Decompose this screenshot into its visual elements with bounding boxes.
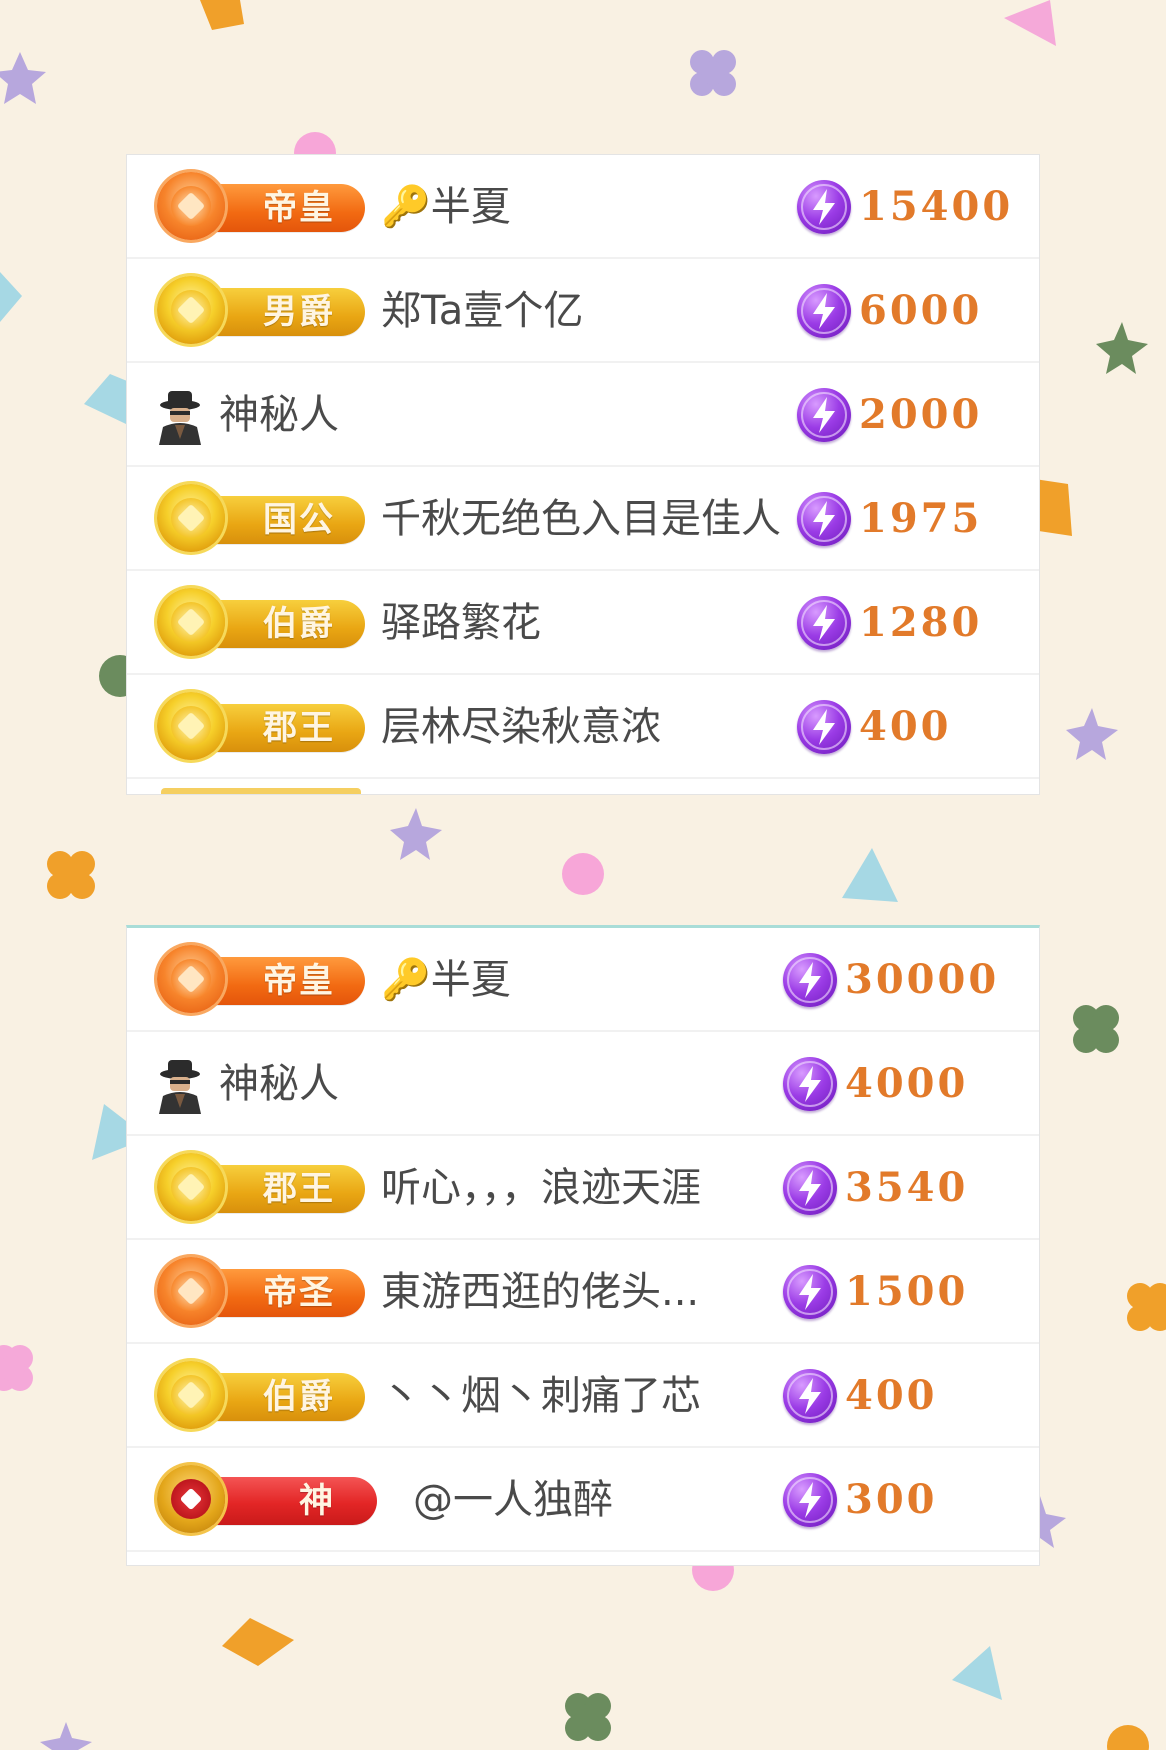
- leaderboard-row[interactable]: 男爵 郑Ta壹个亿 6000: [127, 259, 1039, 363]
- leaderboard-row[interactable]: 郡王 听心，，，浪迹天涯 3540: [127, 1136, 1039, 1240]
- score-value: 6000: [859, 287, 983, 334]
- rank-badge-label: 伯爵: [263, 604, 335, 644]
- next-row-peek: [161, 788, 361, 794]
- score-value: 400: [845, 1372, 938, 1419]
- emblem-icon: [157, 172, 225, 240]
- rank-badge-label: 郡王: [263, 1169, 335, 1209]
- score-value: 400: [859, 703, 952, 750]
- emblem-icon: [157, 692, 225, 760]
- rank-badge: 男爵: [157, 276, 365, 344]
- rank-badge-label: 神: [299, 1481, 335, 1521]
- rank-badge: 伯爵: [157, 588, 365, 656]
- lightning-bolt-icon: [783, 1473, 837, 1527]
- rank-badge-label: 帝圣: [263, 1273, 335, 1313]
- username[interactable]: 🔑半夏: [381, 928, 921, 1032]
- score-value: 3540: [845, 1164, 969, 1211]
- emblem-icon: [157, 945, 225, 1013]
- username[interactable]: @一人独醉: [413, 1448, 613, 1552]
- lightning-bolt-icon: [797, 596, 851, 650]
- score-value: 30000: [845, 956, 1000, 1003]
- username[interactable]: 听心，，，浪迹天涯: [381, 1136, 921, 1240]
- leaderboard-row[interactable]: 神秘人 4000: [127, 1032, 1039, 1136]
- rank-badge-label: 男爵: [263, 292, 335, 332]
- score-value: 300: [845, 1476, 938, 1523]
- leaderboard-row[interactable]: 帝皇 🔑半夏 15400: [127, 155, 1039, 259]
- rank-badge: 帝圣: [157, 1257, 365, 1325]
- leaderboard-panel-bottom: 帝皇 🔑半夏 30000 神秘人 4000 郡王 听心，，，浪迹天涯 3540 帝圣 東游西逛的佬…: [126, 925, 1040, 1566]
- score-value: 1500: [845, 1268, 969, 1315]
- rank-badge-label: 伯爵: [263, 1377, 335, 1417]
- score-value: 2000: [859, 391, 983, 438]
- lightning-bolt-icon: [783, 1057, 837, 1111]
- emblem-icon: [157, 1153, 225, 1221]
- lightning-bolt-icon: [783, 953, 837, 1007]
- rank-badge: 伯爵: [157, 1361, 365, 1429]
- lightning-bolt-icon: [797, 700, 851, 754]
- score-value: 15400: [859, 183, 1014, 230]
- emblem-icon: [157, 1257, 225, 1325]
- rank-badge: 帝皇: [157, 172, 365, 240]
- username[interactable]: 神秘人: [219, 1032, 339, 1136]
- username[interactable]: 丶丶烟丶刺痛了芯: [381, 1344, 921, 1448]
- rank-badge-label: 国公: [263, 500, 335, 540]
- leaderboard-row[interactable]: 神 @一人独醉 300: [127, 1448, 1039, 1552]
- lightning-bolt-icon: [797, 492, 851, 546]
- lightning-bolt-icon: [797, 180, 851, 234]
- score-value: 4000: [845, 1060, 969, 1107]
- rank-badge: 国公: [157, 484, 365, 552]
- leaderboard-row[interactable]: 国公 千秋无绝色入目是佳人 1975: [127, 467, 1039, 571]
- rank-badge-label: 帝皇: [263, 961, 335, 1001]
- mystery-avatar-icon: [153, 1058, 207, 1114]
- leaderboard-row[interactable]: 帝圣 東游西逛的佬头... 1500: [127, 1240, 1039, 1344]
- leaderboard-row[interactable]: 神秘人 2000: [127, 363, 1039, 467]
- lightning-bolt-icon: [797, 284, 851, 338]
- leaderboard-panel-top: 帝皇 🔑半夏 15400 男爵 郑Ta壹个亿 6000 神秘人 2000 国公 千秋无绝色入目是佳…: [126, 154, 1040, 795]
- lightning-bolt-icon: [783, 1161, 837, 1215]
- leaderboard-row[interactable]: 郡王 层林尽染秋意浓 400: [127, 675, 1039, 779]
- emblem-icon: [157, 588, 225, 656]
- lightning-bolt-icon: [783, 1369, 837, 1423]
- leaderboard-row[interactable]: 伯爵 驿路繁花 1280: [127, 571, 1039, 675]
- lightning-bolt-icon: [783, 1265, 837, 1319]
- rank-badge: 郡王: [157, 1153, 365, 1221]
- emblem-icon: [157, 276, 225, 344]
- leaderboard-row[interactable]: 伯爵 丶丶烟丶刺痛了芯 400: [127, 1344, 1039, 1448]
- emblem-icon: [157, 1361, 225, 1429]
- rank-badge: 郡王: [157, 692, 365, 760]
- username[interactable]: 東游西逛的佬头...: [381, 1240, 921, 1344]
- rank-badge: 帝皇: [157, 945, 365, 1013]
- rank-badge-label: 帝皇: [263, 188, 335, 228]
- leaderboard-row[interactable]: 帝皇 🔑半夏 30000: [127, 928, 1039, 1032]
- score-value: 1975: [859, 495, 983, 542]
- lightning-bolt-icon: [797, 388, 851, 442]
- username[interactable]: 神秘人: [219, 363, 339, 467]
- emblem-icon: [157, 1465, 225, 1533]
- mystery-avatar-icon: [153, 389, 207, 445]
- emblem-icon: [157, 484, 225, 552]
- rank-badge-label: 郡王: [263, 708, 335, 748]
- score-value: 1280: [859, 599, 983, 646]
- rank-badge: 神: [157, 1465, 377, 1533]
